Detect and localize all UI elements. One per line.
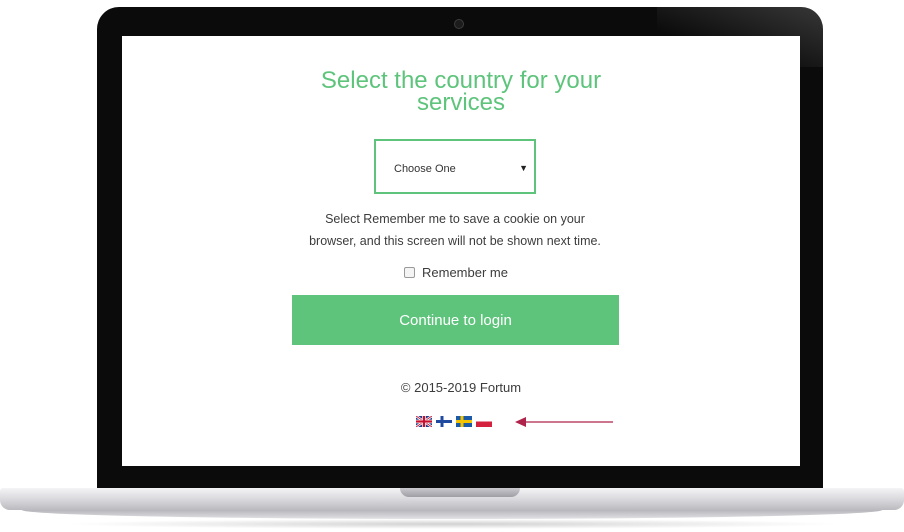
remember-me-row[interactable]: Remember me: [404, 264, 508, 280]
sweden-flag-icon[interactable]: [456, 416, 472, 427]
remember-me-checkbox[interactable]: [404, 266, 415, 278]
left-arrow-icon: [515, 417, 613, 427]
cookie-info-line1: Select Remember me to save a cookie on y…: [325, 212, 585, 226]
language-flags: [416, 416, 492, 427]
page-title-line2: services: [416, 89, 506, 116]
caret-down-icon: ▼: [519, 163, 528, 173]
laptop-notch: [400, 488, 520, 497]
country-select[interactable]: Choose One ▼: [374, 139, 536, 194]
camera-icon: [454, 19, 464, 29]
laptop-screen: Select the country for your services Cho…: [122, 36, 800, 466]
cookie-info-text: Select Remember me to save a cookie on y…: [282, 208, 628, 252]
laptop-base-edge: [22, 510, 882, 519]
country-select-value: Choose One: [394, 163, 456, 175]
remember-me-label[interactable]: Remember me: [422, 265, 508, 280]
finland-flag-icon[interactable]: [436, 416, 452, 427]
poland-flag-icon[interactable]: [476, 416, 492, 427]
copyright-text: © 2015-2019 Fortum: [400, 380, 522, 395]
uk-flag-icon[interactable]: [416, 416, 432, 427]
continue-to-login-button[interactable]: Continue to login: [292, 295, 619, 345]
laptop-shadow: [60, 519, 844, 529]
page-title: Select the country for your services: [122, 69, 800, 116]
cookie-info-line2: browser, and this screen will not be sho…: [309, 234, 601, 248]
